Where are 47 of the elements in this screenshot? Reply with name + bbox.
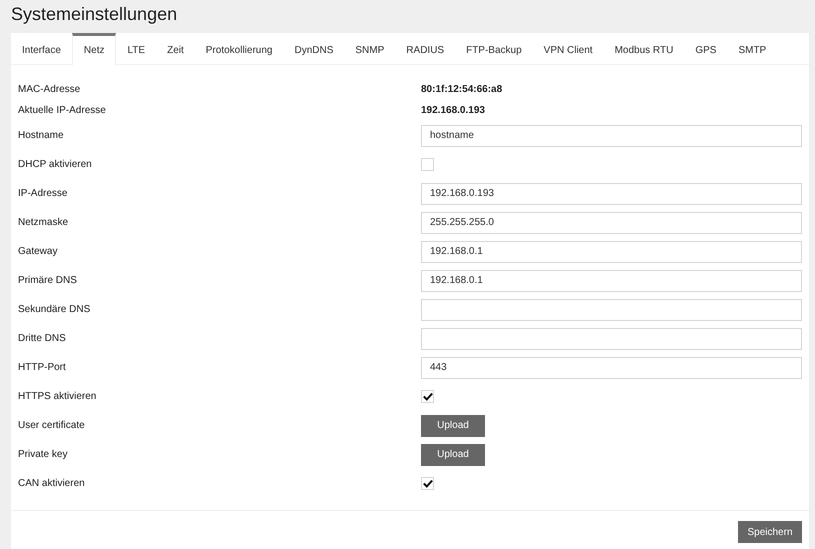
input-field[interactable]: hostname xyxy=(421,124,802,146)
tab[interactable]: FTP-Backup xyxy=(455,33,533,64)
checkmark-icon xyxy=(422,392,432,401)
checkmark-icon xyxy=(422,479,432,488)
field-label: Private key xyxy=(18,448,68,462)
tab[interactable]: GPS xyxy=(684,33,728,64)
tab[interactable]: LTE xyxy=(116,33,156,64)
tab[interactable]: Protokollierung xyxy=(194,33,284,64)
input-field[interactable]: 192.168.0.1 xyxy=(421,240,802,262)
field-label: MAC-Adresse xyxy=(18,83,82,97)
input-field[interactable] xyxy=(421,298,802,320)
input-field[interactable]: 192.168.0.193 xyxy=(421,182,802,204)
field-label: Gateway xyxy=(18,245,58,259)
tab[interactable]: RADIUS xyxy=(395,33,456,64)
field-label: Sekundäre DNS xyxy=(18,303,92,317)
field-value: 80:1f:12:54:66:a8 xyxy=(421,83,502,97)
checkbox[interactable] xyxy=(421,477,434,490)
field-label: Netzmaske xyxy=(18,216,70,230)
checkbox[interactable] xyxy=(421,390,434,403)
tab[interactable]: Interface xyxy=(11,33,72,64)
field-label: Aktuelle IP-Adresse xyxy=(18,104,107,118)
tab[interactable]: SNMP xyxy=(344,33,396,64)
input-field[interactable]: 192.168.0.1 xyxy=(421,270,802,292)
input-field[interactable] xyxy=(421,328,802,350)
tab[interactable]: SMTP xyxy=(727,33,778,64)
field-label: User certificate xyxy=(18,419,86,433)
tab[interactable]: VPN Client xyxy=(532,33,604,64)
field-label: DHCP aktivieren xyxy=(18,158,93,172)
tab[interactable]: Netz xyxy=(72,33,116,65)
field-label: HTTP-Port xyxy=(18,361,67,375)
page-title: Systemeinstellungen xyxy=(11,3,178,26)
input-field[interactable]: 443 xyxy=(421,356,802,378)
tab[interactable]: Zeit xyxy=(156,33,195,64)
input-field[interactable]: 255.255.255.0 xyxy=(421,212,802,234)
tab[interactable]: Modbus RTU xyxy=(604,33,684,64)
field-label: IP-Adresse xyxy=(18,187,68,201)
field-label: HTTPS aktivieren xyxy=(18,390,98,404)
field-value: 192.168.0.193 xyxy=(421,104,485,118)
save-button[interactable]: Speichern xyxy=(738,521,802,543)
upload-button[interactable]: Upload xyxy=(421,414,485,436)
field-label: Primäre DNS xyxy=(18,274,78,288)
field-label: CAN aktivieren xyxy=(18,477,86,491)
upload-button[interactable]: Upload xyxy=(421,444,485,466)
tab[interactable]: DynDNS xyxy=(283,33,344,64)
checkbox[interactable] xyxy=(421,158,434,171)
field-label: Dritte DNS xyxy=(18,332,67,346)
field-label: Hostname xyxy=(18,129,65,143)
